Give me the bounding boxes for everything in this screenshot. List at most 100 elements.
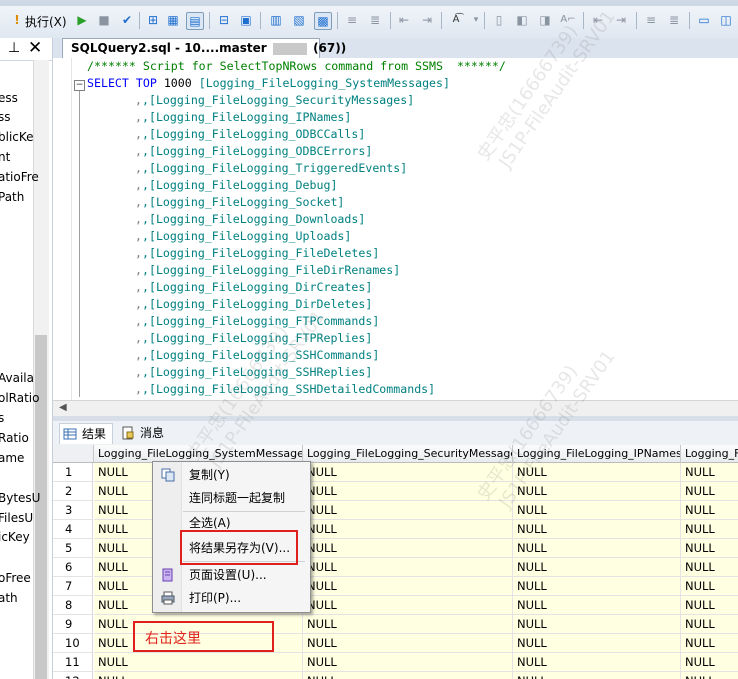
next-bookmark-icon[interactable]: ◨ [537, 12, 553, 28]
row-number[interactable]: 12 [53, 672, 93, 679]
table-cell[interactable]: NULL [513, 577, 681, 596]
tab-results[interactable]: 结果 [59, 423, 114, 444]
table-cell[interactable]: NULL [303, 558, 513, 577]
row-number[interactable]: 5 [53, 539, 93, 558]
object-explorer-scrollbar[interactable] [33, 60, 49, 679]
tree-node-label[interactable]: icKey [0, 530, 30, 544]
client-stats-icon[interactable]: ▣ [238, 12, 254, 28]
table-cell[interactable]: NULL [513, 501, 681, 520]
document-tab[interactable]: SQLQuery2.sql - 10....master (67)) [62, 38, 346, 58]
tree-node-label[interactable]: ess [0, 91, 18, 105]
table-cell[interactable]: NULL [681, 653, 738, 672]
table-cell[interactable]: NULL [681, 463, 738, 482]
tree-node-label[interactable]: ss [0, 110, 11, 124]
stop-icon[interactable]: ■ [96, 12, 112, 28]
execute-button[interactable]: 执行(X) [25, 13, 67, 30]
indent-icon[interactable]: ⇥ [419, 12, 435, 28]
table-cell[interactable]: NULL [513, 615, 681, 634]
table-cell[interactable]: NULL [681, 577, 738, 596]
table-cell[interactable]: NULL [513, 520, 681, 539]
table-cell[interactable]: NULL [303, 672, 513, 679]
table-cell[interactable]: NULL [681, 482, 738, 501]
editor-horizontal-scrollbar[interactable]: ◀ [53, 400, 738, 416]
table-cell[interactable]: NULL [303, 539, 513, 558]
column-header[interactable]: Logging_FileLogging_IPNames [513, 445, 681, 463]
menu-item-print[interactable]: 打印(P)... [155, 587, 306, 609]
tab-messages[interactable]: 消息 [118, 423, 170, 444]
tree-node-label[interactable]: ame [0, 451, 24, 465]
outdent-icon[interactable]: ⇤ [396, 12, 412, 28]
properties-icon[interactable]: ◫ [718, 12, 734, 28]
include-plan-icon[interactable]: ⊟ [216, 12, 232, 28]
prev-bookmark-icon[interactable]: ◧ [514, 12, 530, 28]
tree-node-label[interactable]: Path [0, 190, 24, 204]
execute-icon[interactable]: ! [9, 12, 25, 28]
results-to-text-icon[interactable]: ▥ [268, 12, 284, 28]
table-cell[interactable]: NULL [303, 520, 513, 539]
tree-node-label[interactable]: oFree [0, 571, 31, 585]
table-cell[interactable]: NULL [303, 463, 513, 482]
increase-indent-icon[interactable]: ⇥ [613, 12, 629, 28]
window-icon[interactable]: ▭ [696, 12, 712, 28]
table-cell[interactable]: NULL [94, 653, 303, 672]
table-cell[interactable]: NULL [513, 596, 681, 615]
row-number[interactable]: 10 [53, 634, 93, 653]
comment-icon[interactable]: ≡ [344, 12, 360, 28]
table-cell[interactable]: NULL [681, 520, 738, 539]
table-cell[interactable]: NULL [513, 463, 681, 482]
dropdown-arrow-icon[interactable]: ▾ [468, 12, 484, 28]
table-cell[interactable]: NULL [513, 672, 681, 679]
tree-node-label[interactable]: FilesU [0, 511, 33, 525]
row-header-corner[interactable] [53, 445, 94, 463]
scrollbar-thumb[interactable] [35, 335, 47, 679]
debug-icon[interactable]: ▶ [74, 12, 90, 28]
table-cell[interactable]: NULL [681, 615, 738, 634]
table-cell[interactable]: NULL [513, 634, 681, 653]
tree-node-label[interactable]: blicKe [0, 130, 34, 144]
clear-bookmarks-icon[interactable]: A⌐ [560, 12, 576, 28]
tree-node-label[interactable]: BytesU [0, 491, 40, 505]
tree-node-label[interactable]: s [0, 411, 4, 425]
menu-item-copy[interactable]: 复制(Y) [155, 464, 306, 486]
table-cell[interactable]: NULL [303, 596, 513, 615]
query-designer-icon[interactable]: ⊞ [145, 12, 161, 28]
table-cell[interactable]: NULL [681, 596, 738, 615]
row-number[interactable]: 1 [53, 463, 93, 482]
table-cell[interactable]: NULL [513, 539, 681, 558]
tree-node-label[interactable]: atioFre [0, 170, 39, 184]
estimated-plan-icon[interactable]: ▦ [165, 12, 181, 28]
table-cell[interactable]: NULL [681, 672, 738, 679]
scroll-left-icon[interactable]: ◀ [59, 402, 67, 413]
row-number[interactable]: 11 [53, 653, 93, 672]
column-header[interactable]: Logging_Fil [681, 445, 738, 463]
table-cell[interactable]: NULL [303, 577, 513, 596]
row-number[interactable]: 4 [53, 520, 93, 539]
results-to-file-icon[interactable]: ▧ [291, 12, 307, 28]
table-cell[interactable]: NULL [681, 539, 738, 558]
specify-values-icon[interactable]: A͡ [448, 12, 464, 28]
table-cell[interactable]: NULL [513, 653, 681, 672]
table-cell[interactable]: NULL [681, 558, 738, 577]
tree-node-label[interactable]: Ratio [0, 431, 29, 445]
table-cell[interactable]: NULL [513, 558, 681, 577]
menu-item-page-setup[interactable]: 页面设置(U)... [155, 564, 306, 586]
row-number[interactable]: 7 [53, 577, 93, 596]
row-number[interactable]: 3 [53, 501, 93, 520]
column-header[interactable]: Logging_FileLogging_SecurityMessages [303, 445, 513, 463]
grid-toggle-icon[interactable]: ▩ [314, 12, 332, 30]
row-number[interactable]: 9 [53, 615, 93, 634]
row-number[interactable]: 2 [53, 482, 93, 501]
table-cell[interactable]: NULL [681, 501, 738, 520]
table-cell[interactable]: NULL [94, 672, 303, 679]
row-number[interactable]: 8 [53, 596, 93, 615]
results-to-grid-icon[interactable]: ▤ [186, 12, 204, 30]
table-cell[interactable]: NULL [513, 482, 681, 501]
table-cell[interactable]: NULL [303, 482, 513, 501]
comment-out-icon[interactable]: ≡ [643, 12, 659, 28]
pin-icon[interactable]: ⊥ [8, 40, 20, 56]
row-number[interactable]: 6 [53, 558, 93, 577]
bookmark-icon[interactable]: ▯ [491, 12, 507, 28]
collapse-toggle-icon[interactable]: − [74, 80, 85, 91]
table-cell[interactable]: NULL [681, 634, 738, 653]
tree-node-label[interactable]: ath [0, 591, 18, 605]
